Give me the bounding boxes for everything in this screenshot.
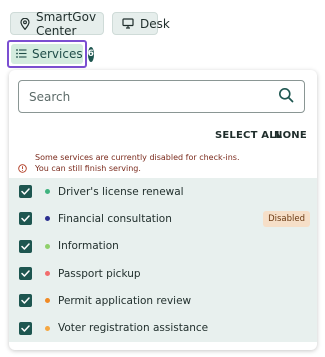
- services-list: Driver's license renewal Financial consu…: [9, 178, 317, 342]
- disabled-notice: Some services are currently disabled for…: [18, 152, 308, 177]
- service-color-dot: [45, 243, 50, 249]
- services-button-label: Services: [32, 47, 83, 61]
- service-color-dot: [45, 189, 50, 195]
- desk-chip-label: Desk: [140, 16, 170, 31]
- disabled-badge: Disabled: [263, 211, 310, 228]
- service-label: Voter registration assistance: [58, 322, 209, 335]
- services-button[interactable]: Services 6: [11, 44, 94, 64]
- select-all-button[interactable]: SELECT ALL: [215, 130, 282, 141]
- checkbox-checked[interactable]: [19, 239, 32, 253]
- map-pin-icon: [20, 17, 30, 30]
- service-label: Passport pickup: [58, 267, 141, 280]
- search-placeholder: Search: [29, 89, 71, 104]
- alert-circle-icon: [18, 158, 27, 177]
- list-item[interactable]: Information: [9, 233, 317, 260]
- list-item[interactable]: Driver's license renewal: [9, 178, 317, 205]
- select-none-button[interactable]: NONE: [274, 130, 307, 141]
- service-color-dot: [45, 271, 50, 277]
- checkbox-checked[interactable]: [19, 321, 32, 335]
- list-item[interactable]: Financial consultation Disabled: [9, 205, 317, 232]
- notice-line-2: You can still finish serving.: [35, 164, 141, 173]
- service-label: Driver's license renewal: [58, 185, 184, 198]
- location-chip[interactable]: SmartGov Center: [10, 9, 104, 38]
- list-icon: [16, 47, 27, 61]
- services-dropdown-panel: Search SELECT ALL NONE Some services are…: [9, 70, 317, 350]
- checkbox-checked[interactable]: [19, 267, 32, 281]
- location-chip-label: SmartGov Center: [36, 9, 97, 38]
- services-count-badge: 6: [87, 46, 94, 62]
- list-item[interactable]: Voter registration assistance: [9, 314, 317, 341]
- service-label: Financial consultation: [58, 212, 172, 225]
- service-color-dot: [45, 216, 50, 222]
- notice-line-1: Some services are currently disabled for…: [35, 153, 240, 162]
- checkbox-checked[interactable]: [19, 294, 32, 308]
- list-item[interactable]: Permit application review: [9, 287, 317, 314]
- checkbox-checked[interactable]: [19, 185, 32, 199]
- service-color-dot: [45, 298, 50, 304]
- list-item[interactable]: Passport pickup: [9, 260, 317, 287]
- service-label: Information: [58, 240, 119, 253]
- service-color-dot: [45, 325, 50, 331]
- search-input[interactable]: Search: [18, 80, 305, 113]
- monitor-icon: [122, 18, 134, 29]
- checkbox-checked[interactable]: [19, 212, 32, 226]
- search-icon[interactable]: [278, 87, 294, 106]
- desk-chip[interactable]: Desk: [112, 12, 170, 35]
- service-label: Permit application review: [58, 294, 192, 307]
